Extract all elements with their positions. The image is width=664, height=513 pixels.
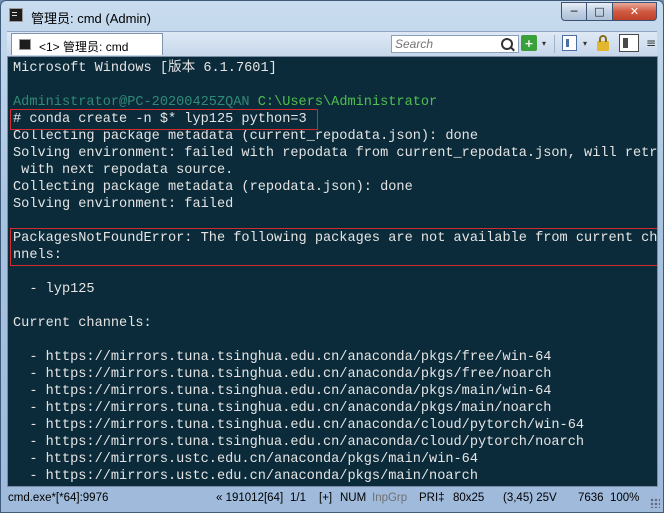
console-app-icon[interactable] xyxy=(9,8,23,22)
minimize-button[interactable]: ─ xyxy=(561,2,587,21)
title-bar[interactable]: 管理员: cmd (Admin) ─ □ ✕ xyxy=(1,1,663,31)
toolbar-separator xyxy=(554,35,555,53)
status-zoom[interactable]: 100% xyxy=(610,492,639,504)
console-output[interactable]: Microsoft Windows [版本 6.1.7601] Administ… xyxy=(7,56,658,487)
maximize-button[interactable]: □ xyxy=(587,2,613,21)
channel-line: - https://mirrors.tuna.tsinghua.edu.cn/a… xyxy=(13,384,552,399)
view-toggle-icon[interactable] xyxy=(619,34,639,52)
close-button[interactable]: ✕ xyxy=(613,2,657,21)
channel-line: - https://mirrors.tuna.tsinghua.edu.cn/a… xyxy=(13,435,585,450)
status-bar: cmd.exe*[*64]:9976 « 191012[64] 1/1 [+] … xyxy=(1,488,663,510)
console-tab[interactable]: <1> 管理员: cmd xyxy=(11,33,163,55)
channel-line: - https://mirrors.tuna.tsinghua.edu.cn/a… xyxy=(13,401,552,416)
command-highlight-box xyxy=(10,109,318,130)
status-process[interactable]: cmd.exe*[*64]:9976 xyxy=(8,492,108,504)
channel-line: - https://mirrors.ustc.edu.cn/anaconda/p… xyxy=(13,469,478,484)
status-inpgrp: InpGrp xyxy=(372,492,408,504)
console-tab-label: <1> 管理员: cmd xyxy=(39,40,129,54)
console-tab-icon xyxy=(19,39,31,50)
prompt-path: C:\Users\Administrator xyxy=(257,95,438,110)
output-line: Solving environment: failed xyxy=(13,197,234,212)
search-box[interactable] xyxy=(391,35,519,53)
window-title: 管理员: cmd (Admin) xyxy=(31,11,151,26)
channel-line: - https://mirrors.tuna.tsinghua.edu.cn/a… xyxy=(13,350,552,365)
toolbar: <1> 管理员: cmd + ▾ ▾ ≡ xyxy=(7,31,657,56)
minimize-icon: ─ xyxy=(570,5,578,18)
channel-line: - https://mirrors.ustc.edu.cn/anaconda/p… xyxy=(13,452,478,467)
channel-line: - https://mirrors.tuna.tsinghua.edu.cn/a… xyxy=(13,367,552,382)
status-console-size[interactable]: 80x25 xyxy=(453,492,484,504)
status-pid: 7636 xyxy=(578,492,604,504)
new-console-dropdown-icon[interactable]: ▾ xyxy=(539,35,549,51)
output-line: Solving environment: failed with repodat… xyxy=(13,146,658,161)
resize-grip-icon[interactable] xyxy=(650,498,660,508)
output-line: Collecting package metadata (repodata.js… xyxy=(13,180,413,195)
status-priority[interactable]: PRI‡ xyxy=(419,492,445,504)
channels-header-line: Current channels: xyxy=(13,316,152,331)
missing-package-line: - lyp125 xyxy=(13,282,95,297)
lock-icon[interactable] xyxy=(597,35,609,51)
new-console-button[interactable]: + xyxy=(521,35,537,51)
prompt-user: Administrator@PC-20200425ZQAN xyxy=(13,95,250,110)
status-numlock: NUM xyxy=(340,492,367,504)
output-line: Collecting package metadata (current_rep… xyxy=(13,129,478,144)
panel-layout-icon[interactable] xyxy=(562,35,577,51)
status-pages[interactable]: 1/1 xyxy=(290,492,306,504)
search-icon[interactable] xyxy=(501,38,513,50)
panel-layout-dropdown-icon[interactable]: ▾ xyxy=(580,35,590,51)
maximize-icon: □ xyxy=(594,5,605,18)
hamburger-menu-icon[interactable]: ≡ xyxy=(645,34,657,52)
status-build[interactable]: « 191012[64] xyxy=(216,492,283,504)
search-input[interactable] xyxy=(395,36,499,52)
console-header-line: Microsoft Windows [版本 6.1.7601] xyxy=(13,61,277,76)
output-line: with next repodata source. xyxy=(13,163,234,178)
window-controls: ─ □ ✕ xyxy=(561,2,657,21)
status-cursor-position: (3,45) 25V xyxy=(503,492,557,504)
channel-line: - https://mirrors.tuna.tsinghua.edu.cn/a… xyxy=(13,418,585,433)
status-insert-mode[interactable]: [+] xyxy=(319,492,332,504)
console-window: 管理员: cmd (Admin) ─ □ ✕ <1> 管理员: cmd + ▾ … xyxy=(0,0,664,513)
close-icon: ✕ xyxy=(629,5,640,18)
error-highlight-box xyxy=(10,228,657,266)
